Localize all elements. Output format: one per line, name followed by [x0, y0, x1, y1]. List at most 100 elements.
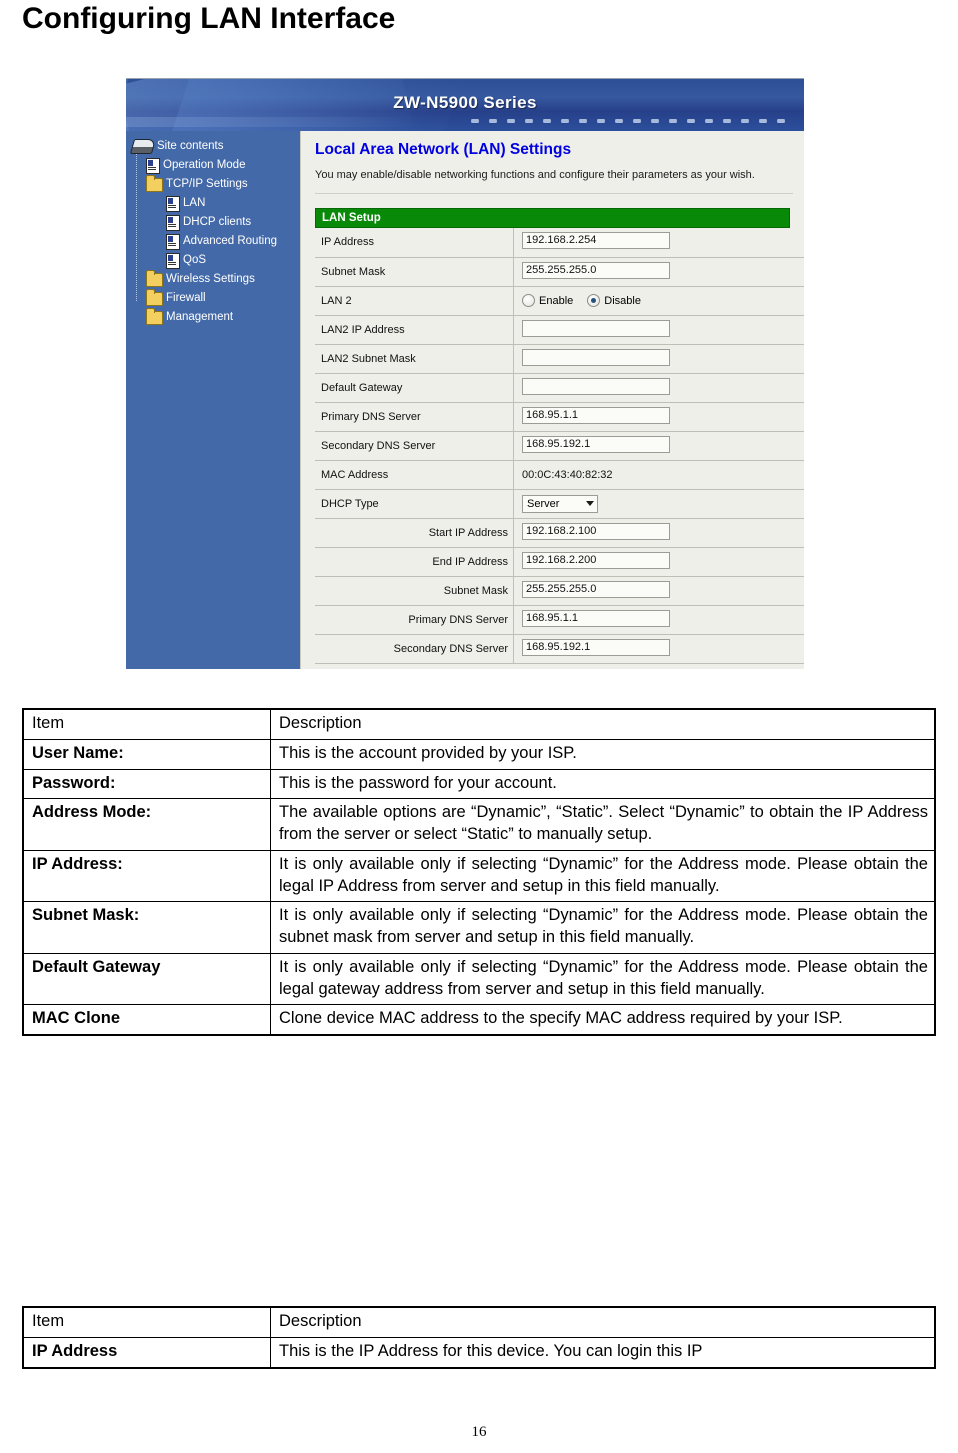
field-value-cell: 168.95.192.1: [513, 634, 804, 664]
mac-address-value: 00:0C:43:40:82:32: [522, 468, 613, 481]
table-row: Default Gateway It is only available onl…: [22, 952, 936, 1006]
table-row: Password: This is the password for your …: [22, 768, 936, 800]
radio-label: Enable: [539, 294, 574, 307]
table-row: IP Address This is the IP Address for th…: [22, 1336, 936, 1369]
field-value-cell: [513, 315, 804, 345]
field-value-cell: 168.95.1.1: [513, 402, 804, 432]
sidebar-item-label: Site contents: [157, 139, 224, 152]
row-item-label: User Name:: [22, 738, 271, 770]
lan-setup-form: IP Address 192.168.2.254 Subnet Mask 255…: [315, 228, 804, 664]
router-banner: ZW-N5900 Series: [126, 79, 804, 131]
form-row: LAN 2 Enable Disable: [315, 286, 804, 316]
sidebar-item-operation-mode[interactable]: Operation Mode: [130, 156, 300, 175]
field-label: Primary DNS Server: [315, 402, 514, 432]
panel-divider: [315, 193, 793, 194]
form-row: Subnet Mask 255.255.255.0: [315, 576, 804, 606]
table-row: Subnet Mask: It is only available only i…: [22, 901, 936, 954]
default-gateway-input[interactable]: [522, 377, 670, 395]
sidebar-item-firewall[interactable]: Firewall: [130, 288, 300, 308]
sidebar-item-label: TCP/IP Settings: [166, 177, 248, 190]
lan-setup-section-header: LAN Setup: [315, 208, 790, 228]
panel-heading: Local Area Network (LAN) Settings: [315, 141, 572, 158]
sidebar-item-label: Management: [166, 310, 234, 323]
field-label: Secondary DNS Server: [315, 431, 514, 461]
form-row: Primary DNS Server 168.95.1.1: [315, 402, 804, 432]
lan2-enable-radio[interactable]: Enable: [522, 294, 573, 307]
field-value-cell: [513, 344, 804, 374]
form-row: Start IP Address 192.168.2.100: [315, 518, 804, 548]
radio-circle-icon: [522, 294, 535, 307]
field-label: Subnet Mask: [315, 576, 514, 606]
tree-connector-line: [136, 153, 138, 301]
form-row: Primary DNS Server 168.95.1.1: [315, 605, 804, 635]
row-description: It is only available only if selecting “…: [270, 901, 936, 954]
table-header-row: Item Description: [22, 708, 936, 740]
row-description: It is only available only if selecting “…: [270, 952, 936, 1006]
sidebar-item-management[interactable]: Management: [130, 307, 300, 327]
field-value-cell: 192.168.2.100: [513, 518, 804, 548]
lan2-disable-radio[interactable]: Disable: [587, 294, 641, 307]
table-row: User Name: This is the account provided …: [22, 738, 936, 770]
row-item-label: Password:: [22, 768, 271, 800]
field-value-cell: Enable Disable: [513, 286, 804, 316]
form-row: Default Gateway: [315, 373, 804, 403]
sidebar-item-label: DHCP clients: [183, 215, 252, 228]
field-label: IP Address: [315, 228, 514, 258]
secondary-dns-server-input[interactable]: 168.95.192.1: [522, 435, 670, 453]
site-contents-icon: [129, 139, 157, 154]
document-icon: [166, 233, 180, 250]
field-label: DHCP Type: [315, 489, 514, 519]
field-label: Primary DNS Server: [315, 605, 514, 635]
site-navigation-sidebar[interactable]: Site contents Operation Mode TCP/IP Sett…: [126, 131, 300, 669]
dhcp-type-selected-value: Server: [527, 497, 560, 510]
subnet-mask-input[interactable]: 255.255.255.0: [522, 261, 670, 279]
dhcp-type-select[interactable]: Server: [522, 494, 598, 513]
form-row: LAN2 IP Address: [315, 315, 804, 345]
sidebar-item-wireless-settings[interactable]: Wireless Settings: [130, 269, 300, 289]
row-item-label: MAC Clone: [22, 1004, 271, 1036]
table-row: IP Address: It is only available only if…: [22, 849, 936, 903]
sidebar-item-dhcp-clients[interactable]: DHCP clients: [130, 213, 300, 232]
form-row: Secondary DNS Server 168.95.192.1: [315, 634, 804, 664]
row-item-label: Address Mode:: [22, 798, 271, 851]
dhcp-primary-dns-server-input[interactable]: 168.95.1.1: [522, 609, 670, 627]
ip-address-input[interactable]: 192.168.2.254: [522, 232, 670, 250]
field-value-cell: 00:0C:43:40:82:32: [513, 460, 804, 490]
lan2-ip-address-input[interactable]: [522, 319, 670, 337]
field-label: End IP Address: [315, 547, 514, 577]
field-label: Subnet Mask: [315, 257, 514, 287]
lan2-subnet-mask-input[interactable]: [522, 348, 670, 366]
radio-label: Disable: [604, 294, 641, 307]
column-header-item: Item: [22, 708, 271, 740]
form-row: DHCP Type Server: [315, 489, 804, 519]
folder-icon: [146, 174, 163, 192]
sidebar-item-site-contents[interactable]: Site contents: [129, 137, 300, 156]
sidebar-item-advanced-routing[interactable]: Advanced Routing: [130, 232, 300, 251]
field-label: Secondary DNS Server: [315, 634, 514, 664]
lan-parameters-table: Item Description User Name: This is the …: [22, 708, 936, 1037]
table-row: MAC Clone Clone device MAC address to th…: [22, 1004, 936, 1036]
field-value-cell: 168.95.1.1: [513, 605, 804, 635]
row-item-label: IP Address: [22, 1336, 271, 1369]
radio-circle-selected-icon: [587, 294, 601, 307]
field-value-cell: Server: [513, 489, 804, 519]
form-row: Secondary DNS Server 168.95.192.1: [315, 431, 804, 461]
column-header-description: Description: [270, 708, 936, 740]
field-value-cell: [513, 373, 804, 403]
dhcp-start-ip-address-input[interactable]: 192.168.2.100: [522, 522, 670, 540]
dhcp-subnet-mask-input[interactable]: 255.255.255.0: [522, 580, 670, 598]
column-header-item: Item: [22, 1306, 271, 1338]
dhcp-secondary-dns-server-input[interactable]: 168.95.192.1: [522, 638, 670, 656]
row-item-label: Subnet Mask:: [22, 901, 271, 954]
primary-dns-server-input[interactable]: 168.95.1.1: [522, 406, 670, 424]
sidebar-item-lan[interactable]: LAN: [130, 194, 300, 213]
sidebar-item-label: Operation Mode: [163, 158, 246, 171]
sidebar-item-qos[interactable]: QoS: [130, 251, 300, 270]
column-header-description: Description: [270, 1306, 936, 1338]
row-description: The available options are “Dynamic”, “St…: [270, 798, 936, 851]
row-description: Clone device MAC address to the specify …: [270, 1004, 936, 1036]
router-ui-screenshot: ZW-N5900 Series Site contents Operation …: [126, 78, 804, 669]
dhcp-end-ip-address-input[interactable]: 192.168.2.200: [522, 551, 670, 569]
sidebar-item-tcpip-settings[interactable]: TCP/IP Settings: [130, 174, 300, 194]
field-label: LAN2 IP Address: [315, 315, 514, 345]
